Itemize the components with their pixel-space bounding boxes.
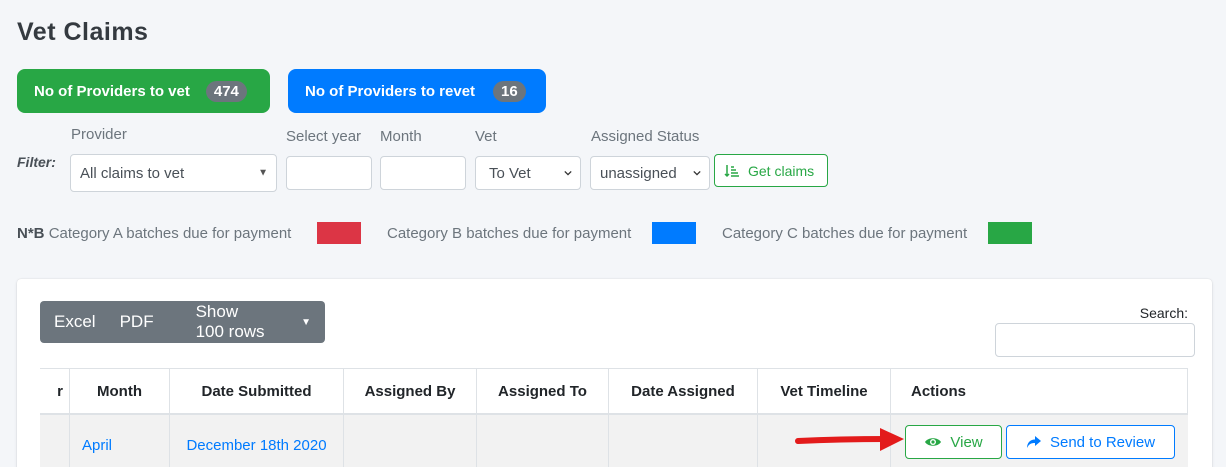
show-rows-label: Show 100 rows bbox=[195, 302, 265, 341]
caret-down-icon: ▼ bbox=[258, 167, 268, 179]
year-label: Select year bbox=[286, 128, 362, 145]
share-icon bbox=[1026, 436, 1041, 448]
vet-select-value: To Vet bbox=[489, 164, 531, 182]
providers-to-revet-label: No of Providers to revet bbox=[305, 82, 476, 100]
claims-table-card: Excel PDF Show 100 rows ▼ Search: r Mont… bbox=[17, 279, 1212, 467]
table-cell-truncated bbox=[40, 415, 70, 467]
caret-down-icon: ▼ bbox=[301, 316, 311, 328]
filter-label: Filter: bbox=[17, 154, 56, 170]
send-to-review-button[interactable]: Send to Review bbox=[1006, 425, 1175, 459]
table-cell-month[interactable]: April bbox=[70, 415, 170, 467]
table-cell-date-assigned bbox=[609, 415, 758, 467]
pdf-button[interactable]: PDF bbox=[110, 312, 168, 332]
vet-select[interactable]: To Vet bbox=[475, 156, 581, 190]
legend-swatch-a bbox=[317, 222, 361, 244]
chevron-down-icon bbox=[693, 170, 701, 176]
column-header-date-submitted[interactable]: Date Submitted bbox=[170, 368, 344, 415]
legend-item-a: N*B Category A batches due for payment bbox=[17, 225, 291, 242]
chevron-down-icon bbox=[564, 170, 572, 176]
year-input[interactable] bbox=[286, 156, 372, 190]
month-label: Month bbox=[380, 128, 422, 145]
column-header-actions: Actions bbox=[891, 368, 1188, 415]
red-arrow-annotation bbox=[795, 428, 904, 451]
provider-select-value: All claims to vet bbox=[80, 164, 185, 182]
providers-to-vet-label: No of Providers to vet bbox=[34, 82, 190, 100]
column-header-truncated[interactable]: r bbox=[40, 368, 70, 415]
legend-swatch-b bbox=[652, 222, 696, 244]
assigned-status-label: Assigned Status bbox=[591, 128, 700, 145]
legend-label-c: Category C batches due for payment bbox=[722, 225, 968, 242]
column-header-vet-timeline[interactable]: Vet Timeline bbox=[758, 368, 891, 415]
send-to-review-label: Send to Review bbox=[1049, 433, 1156, 451]
legend-prefix: N*B bbox=[17, 225, 45, 242]
page-title: Vet Claims bbox=[17, 18, 149, 46]
export-button-group: Excel PDF Show 100 rows ▼ bbox=[40, 301, 325, 343]
providers-to-vet-count: 474 bbox=[205, 80, 247, 102]
column-header-assigned-by[interactable]: Assigned By bbox=[344, 368, 477, 415]
sort-amount-icon bbox=[724, 164, 739, 177]
show-rows-button[interactable]: Show 100 rows ▼ bbox=[168, 302, 325, 342]
excel-button[interactable]: Excel bbox=[40, 312, 110, 332]
view-button[interactable]: View bbox=[905, 425, 1002, 459]
legend-label-a: Category A batches due for payment bbox=[48, 225, 292, 242]
search-input[interactable] bbox=[995, 323, 1195, 357]
view-label: View bbox=[950, 433, 983, 451]
table-cell-assigned-to bbox=[477, 415, 609, 467]
eye-icon bbox=[925, 438, 942, 446]
get-claims-label: Get claims bbox=[748, 162, 815, 179]
assigned-status-select[interactable]: unassigned bbox=[590, 156, 710, 190]
providers-to-revet-count: 16 bbox=[493, 80, 526, 102]
providers-to-revet-button[interactable]: No of Providers to revet 16 bbox=[288, 69, 546, 113]
month-input[interactable] bbox=[380, 156, 466, 190]
table-cell-date-submitted[interactable]: December 18th 2020 bbox=[170, 415, 344, 467]
get-claims-button[interactable]: Get claims bbox=[714, 154, 828, 187]
assigned-status-value: unassigned bbox=[600, 164, 677, 182]
search-label: Search: bbox=[1139, 305, 1188, 321]
legend-label-b: Category B batches due for payment bbox=[387, 225, 632, 242]
table-cell-assigned-by bbox=[344, 415, 477, 467]
column-header-assigned-to[interactable]: Assigned To bbox=[477, 368, 609, 415]
providers-to-vet-button[interactable]: No of Providers to vet 474 bbox=[17, 69, 270, 113]
provider-label: Provider bbox=[71, 126, 127, 143]
vet-label: Vet bbox=[475, 128, 497, 145]
provider-select[interactable]: All claims to vet ▼ bbox=[70, 154, 277, 192]
column-header-date-assigned[interactable]: Date Assigned bbox=[609, 368, 758, 415]
legend-swatch-c bbox=[988, 222, 1032, 244]
column-header-month[interactable]: Month bbox=[70, 368, 170, 415]
